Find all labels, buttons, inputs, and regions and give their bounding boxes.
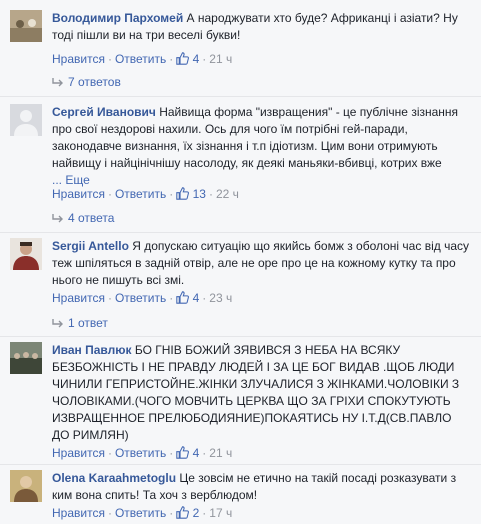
comment-actions: Нравится · Ответить · 4 · 21 ч bbox=[52, 52, 233, 68]
comment-text: ЧИНИЛИ ГЕПРИСТОЙНЕ.ЖІНКИ ЗЛУЧАЛИСЯ З ЖІН… bbox=[52, 377, 460, 391]
comment-text: законодавче визнання, їх зізнання і т.п … bbox=[52, 139, 438, 153]
avatar[interactable] bbox=[10, 238, 42, 270]
comment-text: тоді пішли ви на три веселі букви! bbox=[52, 28, 241, 42]
comment-actions: Нравится · Ответить · 2 · 17 ч bbox=[52, 506, 233, 522]
timestamp[interactable]: 17 ч bbox=[209, 506, 232, 520]
avatar[interactable] bbox=[10, 104, 42, 136]
thumbs-up-icon bbox=[176, 506, 190, 522]
comment-actions: Нравится · Ответить · 4 · 21 ч bbox=[52, 446, 233, 462]
reply-button[interactable]: Ответить bbox=[115, 187, 166, 201]
view-replies-link[interactable]: 4 ответа bbox=[52, 211, 114, 227]
divider bbox=[0, 232, 481, 233]
comment-text: Я допускаю ситуацію що якийсь бомж з обо… bbox=[132, 239, 469, 253]
like-count[interactable]: 13 bbox=[193, 187, 206, 201]
divider bbox=[0, 464, 481, 465]
comment-text: Найвища форма "извращения" - це публічне… bbox=[159, 105, 459, 119]
comment-body: Сергей Иванович Найвища форма "извращени… bbox=[52, 104, 473, 189]
comment-text: нього не пишуть всі змі. bbox=[52, 273, 185, 287]
timestamp[interactable]: 22 ч bbox=[216, 187, 239, 201]
avatar[interactable] bbox=[10, 342, 42, 374]
divider bbox=[0, 96, 481, 97]
reply-arrow-icon bbox=[52, 75, 68, 89]
reply-button[interactable]: Ответить bbox=[115, 52, 166, 66]
thumbs-up-icon bbox=[176, 291, 190, 307]
reply-button[interactable]: Ответить bbox=[115, 291, 166, 305]
like-button[interactable]: Нравится bbox=[52, 446, 105, 460]
comment-text: ДО РИМЛЯН) bbox=[52, 428, 129, 442]
comment-text: ким вона спить! Та хоч з верблюдом! bbox=[52, 488, 258, 502]
reply-button[interactable]: Ответить bbox=[115, 446, 166, 460]
comment-text: ЧОЛОВІКАМИ.(ЧОГО МОВЧИТЬ ЦЕРКВА ЩО ЗА ГР… bbox=[52, 394, 451, 408]
reply-arrow-icon bbox=[52, 211, 68, 225]
comment-author[interactable]: Володимир Пархомей bbox=[52, 11, 183, 25]
comment-text: про свої нездорові нахили. Ось для чого … bbox=[52, 122, 408, 136]
like-button[interactable]: Нравится bbox=[52, 291, 105, 305]
comments-feed: Володимир Пархомей А народжувати хто буд… bbox=[0, 0, 481, 524]
reply-button[interactable]: Ответить bbox=[115, 506, 166, 520]
comment-actions: Нравится · Ответить · 4 · 23 ч bbox=[52, 291, 233, 307]
like-button[interactable]: Нравится bbox=[52, 506, 105, 520]
comment-text: БЕЗБОЖНІСТЬ І НЕ ПРАВДУ ЛЮДЕЙ І ЗА ЦЕ БО… bbox=[52, 360, 455, 374]
comment-text: А народжувати хто буде? Африканці і азіа… bbox=[186, 11, 458, 25]
comment-text: БО ГНІВ БОЖИЙ ЗЯВИВСЯ З НЕБА НА ВСЯКУ bbox=[134, 343, 401, 357]
thumbs-up-icon bbox=[176, 187, 190, 203]
thumbs-up-icon bbox=[176, 446, 190, 462]
timestamp[interactable]: 21 ч bbox=[209, 446, 232, 460]
like-button[interactable]: Нравится bbox=[52, 52, 105, 66]
comment-body: Володимир Пархомей А народжувати хто буд… bbox=[52, 10, 473, 44]
see-more-link[interactable]: ... Еще bbox=[52, 173, 90, 187]
thumbs-up-icon bbox=[176, 52, 190, 68]
timestamp[interactable]: 23 ч bbox=[209, 291, 232, 305]
comment-body: Иван Павлюк БО ГНІВ БОЖИЙ ЗЯВИВСЯ З НЕБА… bbox=[52, 342, 473, 444]
avatar[interactable] bbox=[10, 10, 42, 42]
comment-author[interactable]: Сергей Иванович bbox=[52, 105, 156, 119]
comment-body: Olena Karaahmetoglu Це зовсім не етично … bbox=[52, 470, 473, 504]
like-button[interactable]: Нравится bbox=[52, 187, 105, 201]
comment-author[interactable]: Иван Павлюк bbox=[52, 343, 132, 357]
view-replies-link[interactable]: 1 ответ bbox=[52, 316, 108, 332]
divider bbox=[0, 336, 481, 337]
comment-text: теж шпіляться в задній отвір, але не оре… bbox=[52, 256, 456, 270]
timestamp[interactable]: 21 ч bbox=[209, 52, 232, 66]
reply-arrow-icon bbox=[52, 316, 68, 330]
view-replies-link[interactable]: 7 ответов bbox=[52, 75, 121, 91]
avatar[interactable] bbox=[10, 470, 42, 502]
comment-text: ИЗВРАЩЕННОЕ ПРЕЛЮБОДИЯНИЕ)ПОКАЯТИСЬ НУ І… bbox=[52, 411, 452, 425]
comment-actions: Нравится · Ответить · 13 · 22 ч bbox=[52, 187, 239, 203]
comment-text: найвищу і найцінічнішу насолоду, як деяк… bbox=[52, 156, 442, 170]
comment-author[interactable]: Olena Karaahmetoglu bbox=[52, 471, 176, 485]
comment-text: Це зовсім не етично на такій посаді розк… bbox=[179, 471, 457, 485]
comment-author[interactable]: Sergii Antello bbox=[52, 239, 129, 253]
comment-body: Sergii Antello Я допускаю ситуацію що як… bbox=[52, 238, 473, 289]
